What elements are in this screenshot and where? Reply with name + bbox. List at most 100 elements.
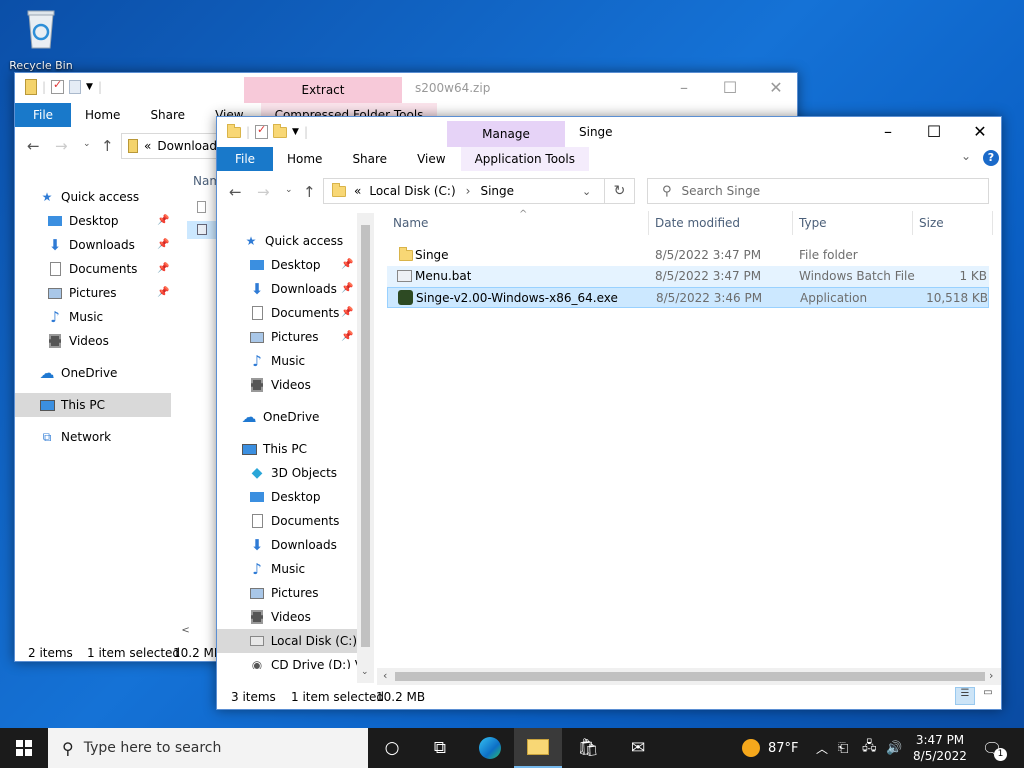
breadcrumb-local-disk[interactable]: Local Disk (C:) xyxy=(369,184,455,198)
breadcrumb-singe[interactable]: Singe xyxy=(480,184,514,198)
nav-scrollbar-thumb[interactable] xyxy=(361,225,370,647)
tab-view[interactable]: View xyxy=(402,147,460,171)
search-box[interactable]: ⚲ Search Singe xyxy=(647,178,989,204)
forward-arrow-icon[interactable]: → xyxy=(257,183,270,201)
nav-pc-videos[interactable]: Videos xyxy=(249,605,311,629)
nav-documents[interactable]: Documents xyxy=(47,257,137,281)
close-button[interactable]: ✕ xyxy=(753,73,797,103)
nav-desktop[interactable]: Desktop xyxy=(249,253,321,277)
nav-onedrive[interactable]: ☁ OneDrive xyxy=(241,405,320,429)
address-dropdown-icon[interactable]: ⌄ xyxy=(582,185,591,198)
column-header-date[interactable]: Date modified xyxy=(649,211,793,235)
tab-share[interactable]: Share xyxy=(135,103,200,127)
tab-file[interactable]: File xyxy=(15,103,71,127)
pin-icon[interactable]: 📌 xyxy=(157,239,169,250)
nav-onedrive[interactable]: ☁ OneDrive xyxy=(39,361,118,385)
large-icons-view-icon[interactable]: ▭ xyxy=(979,687,997,705)
recycle-bin[interactable]: Recycle Bin xyxy=(9,8,73,74)
nav-downloads[interactable]: ⬇ Downloads xyxy=(249,277,337,301)
refresh-icon[interactable]: ↻ xyxy=(604,179,634,203)
nav-downloads[interactable]: ⬇ Downloads xyxy=(47,233,135,257)
scroll-right-icon[interactable]: › xyxy=(989,669,993,682)
file-row[interactable]: Menu.bat 8/5/2022 3:47 PM Windows Batch … xyxy=(387,266,989,287)
mail-icon[interactable]: ✉ xyxy=(614,728,662,768)
pin-icon[interactable]: 📌 xyxy=(157,215,169,226)
task-view-icon[interactable]: ⧉ xyxy=(416,728,464,768)
file-row[interactable] xyxy=(187,201,217,217)
file-list-scrollbar-thumb[interactable] xyxy=(395,672,985,681)
file-row-selected[interactable]: Singe-v2.00-Windows-x86_64.exe 8/5/2022 … xyxy=(387,287,989,308)
customize-qat-icon[interactable]: ▼ xyxy=(292,127,299,137)
help-icon[interactable]: ? xyxy=(983,150,999,166)
nav-music[interactable]: ♪ Music xyxy=(47,305,103,329)
nav-desktop[interactable]: Desktop xyxy=(47,209,119,233)
nav-3d-objects[interactable]: ◆ 3D Objects xyxy=(249,461,337,485)
notification-center[interactable]: 🗨 1 xyxy=(982,728,1007,768)
meet-now-icon[interactable]: ⎗ xyxy=(838,728,848,768)
nav-network[interactable]: ⧉ Network xyxy=(39,425,111,449)
volume-icon[interactable]: 🔊 xyxy=(886,728,902,768)
nav-pc-music[interactable]: ♪ Music xyxy=(249,557,305,581)
recent-locations-icon[interactable]: ⌄ xyxy=(285,185,293,195)
pin-icon[interactable]: 📌 xyxy=(341,283,353,294)
back-arrow-icon[interactable]: ← xyxy=(229,183,242,201)
column-header-size[interactable]: Size xyxy=(913,211,993,235)
details-view-icon[interactable]: ☰ xyxy=(955,687,975,705)
clock[interactable]: 3:47 PM 8/5/2022 xyxy=(910,728,970,768)
front-explorer-window[interactable]: | ▼ | Manage Singe – ☐ ✕ File Home Share… xyxy=(216,116,1002,710)
nav-videos[interactable]: Videos xyxy=(249,373,311,397)
pin-icon[interactable]: 📌 xyxy=(157,287,169,298)
pin-icon[interactable]: 📌 xyxy=(157,263,169,274)
nav-pc-downloads[interactable]: ⬇ Downloads xyxy=(249,533,337,557)
column-header-name[interactable]: Name xyxy=(387,211,649,235)
minimize-button[interactable]: – xyxy=(661,73,707,103)
tab-share[interactable]: Share xyxy=(337,147,402,171)
new-folder-icon[interactable] xyxy=(273,123,288,138)
expand-ribbon-icon[interactable]: ⌄ xyxy=(961,149,971,163)
up-arrow-icon[interactable]: ↑ xyxy=(303,183,316,201)
nav-quick-access[interactable]: ★ Quick access xyxy=(243,229,344,253)
scroll-left-icon[interactable]: < xyxy=(175,625,219,639)
nav-pictures[interactable]: Pictures xyxy=(47,281,117,305)
up-arrow-icon[interactable]: ↑ xyxy=(101,137,114,155)
nav-videos[interactable]: Videos xyxy=(47,329,109,353)
nav-pc-desktop[interactable]: Desktop xyxy=(249,485,321,509)
file-list-scrollbar[interactable]: ‹ › xyxy=(377,668,1001,685)
nav-cd-drive[interactable]: ◉CD Drive (D:) Vir xyxy=(249,653,357,669)
minimize-button[interactable]: – xyxy=(865,117,911,147)
nav-music[interactable]: ♪ Music xyxy=(249,349,305,373)
nav-pc-pictures[interactable]: Pictures xyxy=(249,581,319,605)
edge-icon[interactable] xyxy=(466,728,514,768)
customize-qat-icon[interactable]: ▼ xyxy=(86,82,93,92)
new-folder-icon[interactable] xyxy=(69,80,82,94)
maximize-button[interactable]: ☐ xyxy=(707,73,753,103)
tab-home[interactable]: Home xyxy=(273,147,337,171)
nav-pc-documents[interactable]: Documents xyxy=(249,509,339,533)
nav-quick-access[interactable]: ★ Quick access xyxy=(39,185,140,209)
tab-application-tools[interactable]: Application Tools xyxy=(460,147,589,171)
nav-this-pc[interactable]: This PC xyxy=(241,437,307,461)
file-row-selected[interactable] xyxy=(187,221,217,239)
weather-widget[interactable]: 87°F xyxy=(742,728,799,768)
address-bar[interactable]: « Local Disk (C:) › Singe ⌄ ↻ xyxy=(323,178,635,204)
column-header-type[interactable]: Type xyxy=(793,211,913,235)
pin-icon[interactable]: 📌 xyxy=(341,259,353,270)
close-button[interactable]: ✕ xyxy=(957,117,1001,147)
nav-this-pc[interactable]: This PC xyxy=(15,393,171,417)
scroll-down-icon[interactable]: ⌄ xyxy=(361,667,369,677)
tab-file[interactable]: File xyxy=(217,147,273,171)
taskbar-search-box[interactable]: ⚲ Type here to search xyxy=(48,728,368,768)
pin-icon[interactable]: 📌 xyxy=(341,307,353,318)
file-row[interactable]: Singe 8/5/2022 3:47 PM File folder xyxy=(387,245,989,266)
tab-home[interactable]: Home xyxy=(71,103,135,127)
nav-pictures[interactable]: Pictures xyxy=(249,325,319,349)
properties-icon[interactable] xyxy=(255,123,269,139)
scroll-left-icon[interactable]: ‹ xyxy=(383,669,387,682)
recent-locations-icon[interactable]: ⌄ xyxy=(83,139,91,149)
start-button[interactable] xyxy=(0,728,48,768)
chevron-up-icon[interactable]: ︿ xyxy=(816,728,828,768)
maximize-button[interactable]: ☐ xyxy=(911,117,957,147)
file-explorer-taskbar-icon[interactable] xyxy=(514,728,562,768)
nav-local-disk[interactable]: Local Disk (C:) xyxy=(217,629,357,653)
microsoft-store-icon[interactable]: 🛍 xyxy=(564,728,612,768)
